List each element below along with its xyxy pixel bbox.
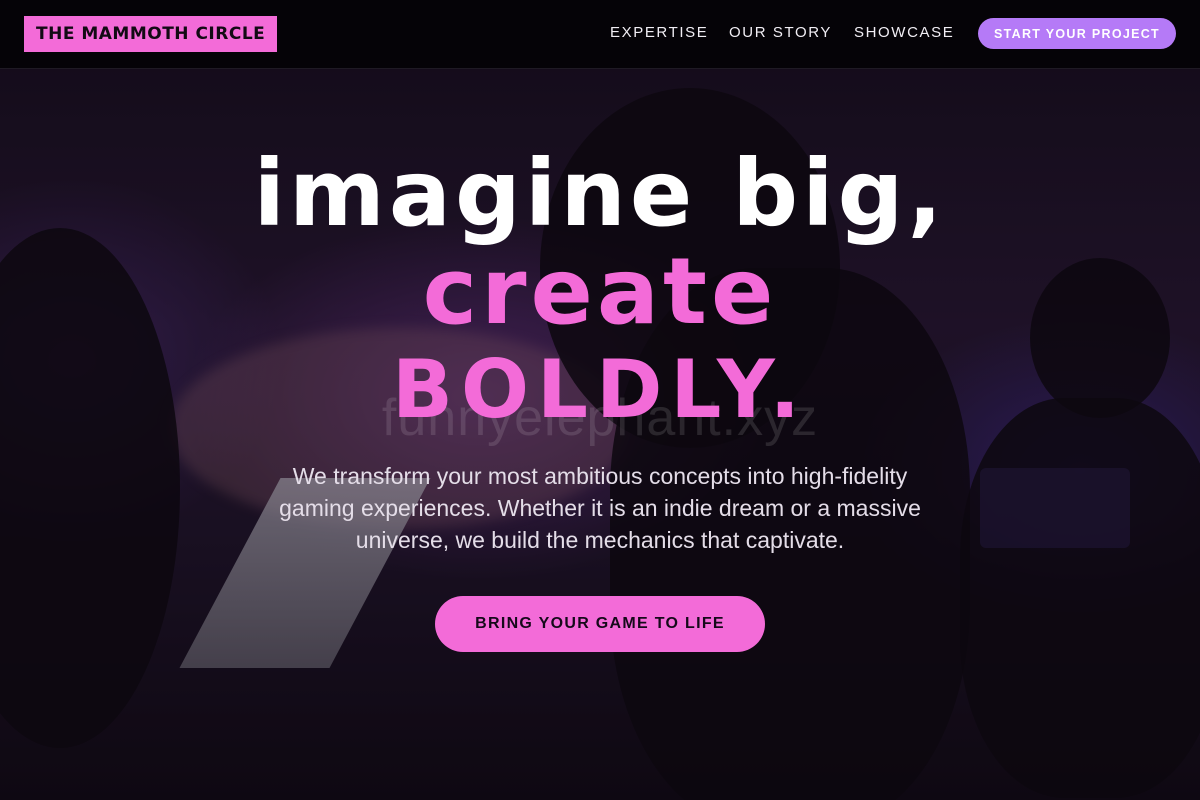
site-header: THE MAMMOTH CIRCLE EXPERTISE OUR STORY S… [0, 0, 1200, 69]
hero-headline-line-2: CREATE [422, 238, 778, 345]
nav-link-showcase[interactable]: SHOWCASE [854, 24, 954, 41]
start-project-button[interactable]: START YOUR PROJECT [978, 18, 1176, 49]
hero-subtitle: We transform your most ambitious concept… [279, 463, 921, 553]
site-logo[interactable]: THE MAMMOTH CIRCLE [24, 16, 278, 52]
nav-link-our-story[interactable]: OUR STORY [729, 24, 832, 41]
hero-headline-line-1: IMAGINE BIG, [253, 140, 947, 247]
hero-section: IMAGINE BIG, CREATE funnyelephant.xyz BO… [0, 68, 1200, 800]
hero-headline-line-3: BOLDLY. [392, 343, 808, 436]
nav-link-expertise[interactable]: EXPERTISE [610, 24, 708, 41]
bring-game-to-life-button[interactable]: BRING YOUR GAME TO LIFE [435, 596, 765, 652]
